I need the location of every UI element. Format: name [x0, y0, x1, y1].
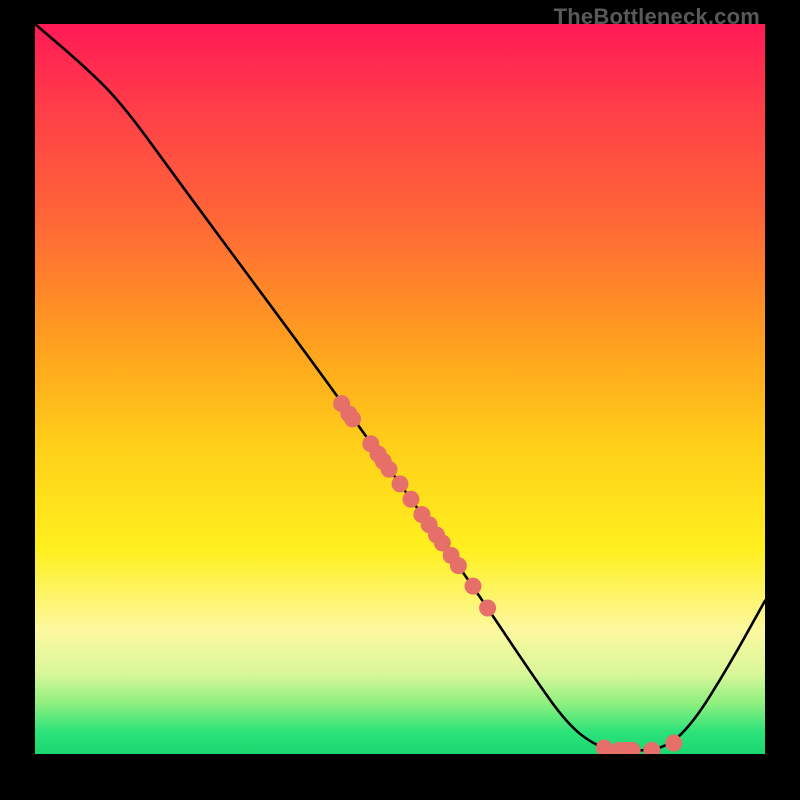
scatter-point — [344, 410, 361, 427]
scatter-points — [333, 395, 682, 754]
scatter-point — [402, 491, 419, 508]
scatter-point — [665, 735, 682, 752]
scatter-point — [392, 475, 409, 492]
bottleneck-curve — [35, 24, 765, 750]
scatter-point — [381, 461, 398, 478]
scatter-point — [465, 578, 482, 595]
chart-frame — [35, 24, 765, 754]
scatter-point — [643, 742, 660, 754]
scatter-point — [450, 557, 467, 574]
scatter-point — [479, 600, 496, 617]
chart-svg — [35, 24, 765, 754]
scatter-point — [596, 740, 613, 754]
